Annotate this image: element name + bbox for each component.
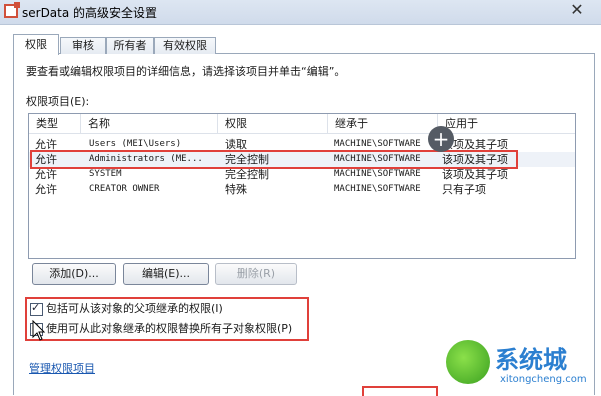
tab-owner[interactable]: 所有者 (106, 37, 154, 54)
window-title: serData 的高级安全设置 (22, 6, 158, 20)
column-header-type[interactable]: 类型 (29, 114, 81, 134)
tab-auditing[interactable]: 审核 (60, 37, 106, 54)
tab-permissions[interactable]: 权限 (13, 34, 59, 55)
cell-inherited: MACHINE\SOFTWARE (334, 184, 421, 194)
watermark: 系统城 xitongcheng.com (440, 330, 601, 394)
cell-inherited: MACHINE\SOFTWARE (334, 169, 421, 179)
tab-effective-permissions[interactable]: 有效权限 (154, 37, 216, 54)
permissions-label: 权限项目(E): (26, 95, 90, 108)
delete-button[interactable]: 删除(R) (215, 263, 297, 285)
instruction-text: 要查看或编辑权限项目的详细信息，请选择该项目并单击“编辑”。 (26, 65, 346, 78)
table-row[interactable]: 允许 CREATOR OWNER 特殊 MACHINE\SOFTWARE 只有子… (29, 182, 575, 197)
cell-name: CREATOR OWNER (89, 184, 160, 194)
permissions-list[interactable]: 类型 名称 权限 继承于 应用于 允许 Users (MEI\Users) 读取… (28, 113, 576, 259)
column-header-applies[interactable]: 应用于 (438, 114, 575, 134)
table-row[interactable]: 允许 SYSTEM 完全控制 MACHINE\SOFTWARE 该项及其子项 (29, 167, 575, 182)
cell-name: SYSTEM (89, 169, 122, 179)
title-bar: serData 的高级安全设置 ✕ (0, 0, 601, 25)
column-header-permission[interactable]: 权限 (218, 114, 328, 134)
mouse-pointer-icon (32, 320, 46, 341)
manage-permissions-link[interactable]: 管理权限项目 (29, 360, 95, 376)
column-header-name[interactable]: 名称 (81, 114, 218, 134)
edit-button[interactable]: 编辑(E)... (123, 263, 209, 285)
cell-applies: 只有子项 (442, 183, 486, 196)
column-header-inherited[interactable]: 继承于 (328, 114, 438, 134)
watermark-logo-icon (446, 340, 490, 384)
cell-type: 允许 (35, 168, 57, 181)
close-button[interactable]: ✕ (560, 1, 594, 19)
highlight-box-row (30, 150, 518, 169)
watermark-brand: 系统城 (495, 346, 567, 374)
cell-permission: 特殊 (225, 183, 247, 196)
watermark-url: xitongcheng.com (500, 374, 587, 385)
highlight-box-checkboxes (25, 297, 309, 341)
cell-type: 允许 (35, 183, 57, 196)
add-button[interactable]: 添加(D)... (32, 263, 116, 285)
cell-permission: 完全控制 (225, 168, 269, 181)
cell-applies: 该项及其子项 (442, 168, 508, 181)
app-icon (4, 2, 20, 18)
highlight-box-bottom-button (362, 386, 438, 396)
plus-circle-icon: + (428, 126, 454, 152)
